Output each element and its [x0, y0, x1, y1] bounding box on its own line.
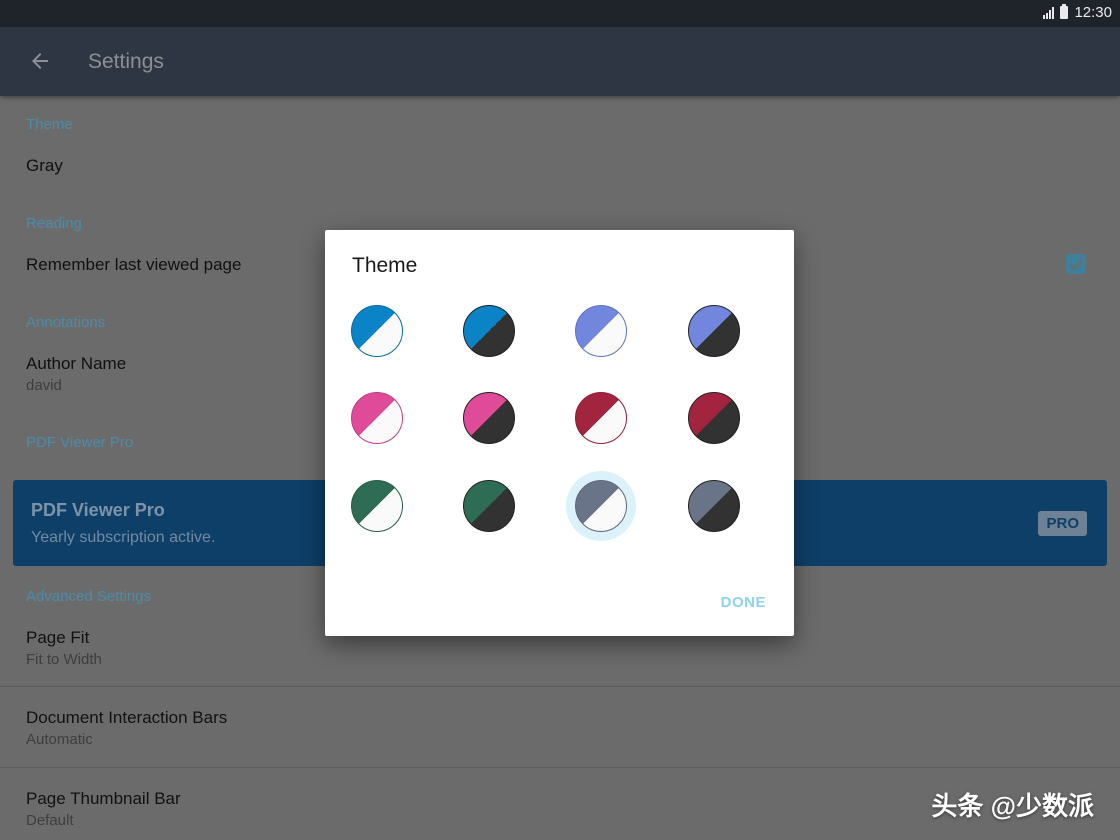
- section-header-advanced: Advanced Settings: [26, 588, 152, 605]
- divider: [0, 767, 1120, 768]
- interaction-bars-value: Automatic: [26, 731, 93, 748]
- back-arrow-icon[interactable]: [28, 49, 52, 73]
- author-name-value: david: [26, 377, 62, 394]
- theme-swatch-green-dark[interactable]: [463, 480, 515, 532]
- app-bar: Settings: [0, 27, 1120, 96]
- theme-swatch-gray-light[interactable]: [575, 480, 627, 532]
- remember-last-page-checkbox[interactable]: [1066, 254, 1086, 274]
- page-fit-label[interactable]: Page Fit: [26, 628, 89, 648]
- theme-swatch-pink-dark[interactable]: [463, 392, 515, 444]
- theme-swatch-periwinkle-dark[interactable]: [688, 305, 740, 357]
- section-header-theme: Theme: [26, 116, 73, 133]
- theme-swatch-blue-dark[interactable]: [463, 305, 515, 357]
- section-header-pdf-viewer-pro: PDF Viewer Pro: [26, 434, 134, 451]
- dialog-title: Theme: [352, 254, 418, 277]
- done-button[interactable]: DONE: [721, 594, 766, 611]
- status-time: 12:30: [1074, 4, 1112, 21]
- theme-swatch-pink-light[interactable]: [351, 392, 403, 444]
- thumbnail-bar-label[interactable]: Page Thumbnail Bar: [26, 789, 181, 809]
- remember-last-page-label[interactable]: Remember last viewed page: [26, 255, 241, 275]
- section-header-reading: Reading: [26, 215, 82, 232]
- theme-swatch-blue-light[interactable]: [351, 305, 403, 357]
- battery-icon: [1060, 4, 1069, 19]
- signal-icon: [1043, 6, 1055, 19]
- pro-card-title: PDF Viewer Pro: [31, 500, 165, 520]
- thumbnail-bar-value: Default: [26, 812, 74, 829]
- page-fit-value: Fit to Width: [26, 651, 102, 668]
- interaction-bars-label[interactable]: Document Interaction Bars: [26, 708, 227, 728]
- pro-badge: PRO: [1038, 511, 1087, 536]
- watermark: 头条 @少数派: [931, 791, 1094, 821]
- page-title: Settings: [88, 50, 164, 73]
- pro-card-subtitle: Yearly subscription active.: [31, 529, 216, 546]
- theme-value[interactable]: Gray: [26, 156, 63, 176]
- author-name-label[interactable]: Author Name: [26, 354, 126, 374]
- theme-swatch-periwinkle-light[interactable]: [575, 305, 627, 357]
- status-bar: 12:30: [0, 0, 1120, 27]
- theme-swatch-crimson-light[interactable]: [575, 392, 627, 444]
- theme-dialog: Theme DONE: [325, 230, 794, 636]
- theme-swatch-green-light[interactable]: [351, 480, 403, 532]
- divider: [0, 686, 1120, 687]
- theme-swatch-gray-dark[interactable]: [688, 480, 740, 532]
- theme-swatch-crimson-dark[interactable]: [688, 392, 740, 444]
- section-header-annotations: Annotations: [26, 314, 106, 331]
